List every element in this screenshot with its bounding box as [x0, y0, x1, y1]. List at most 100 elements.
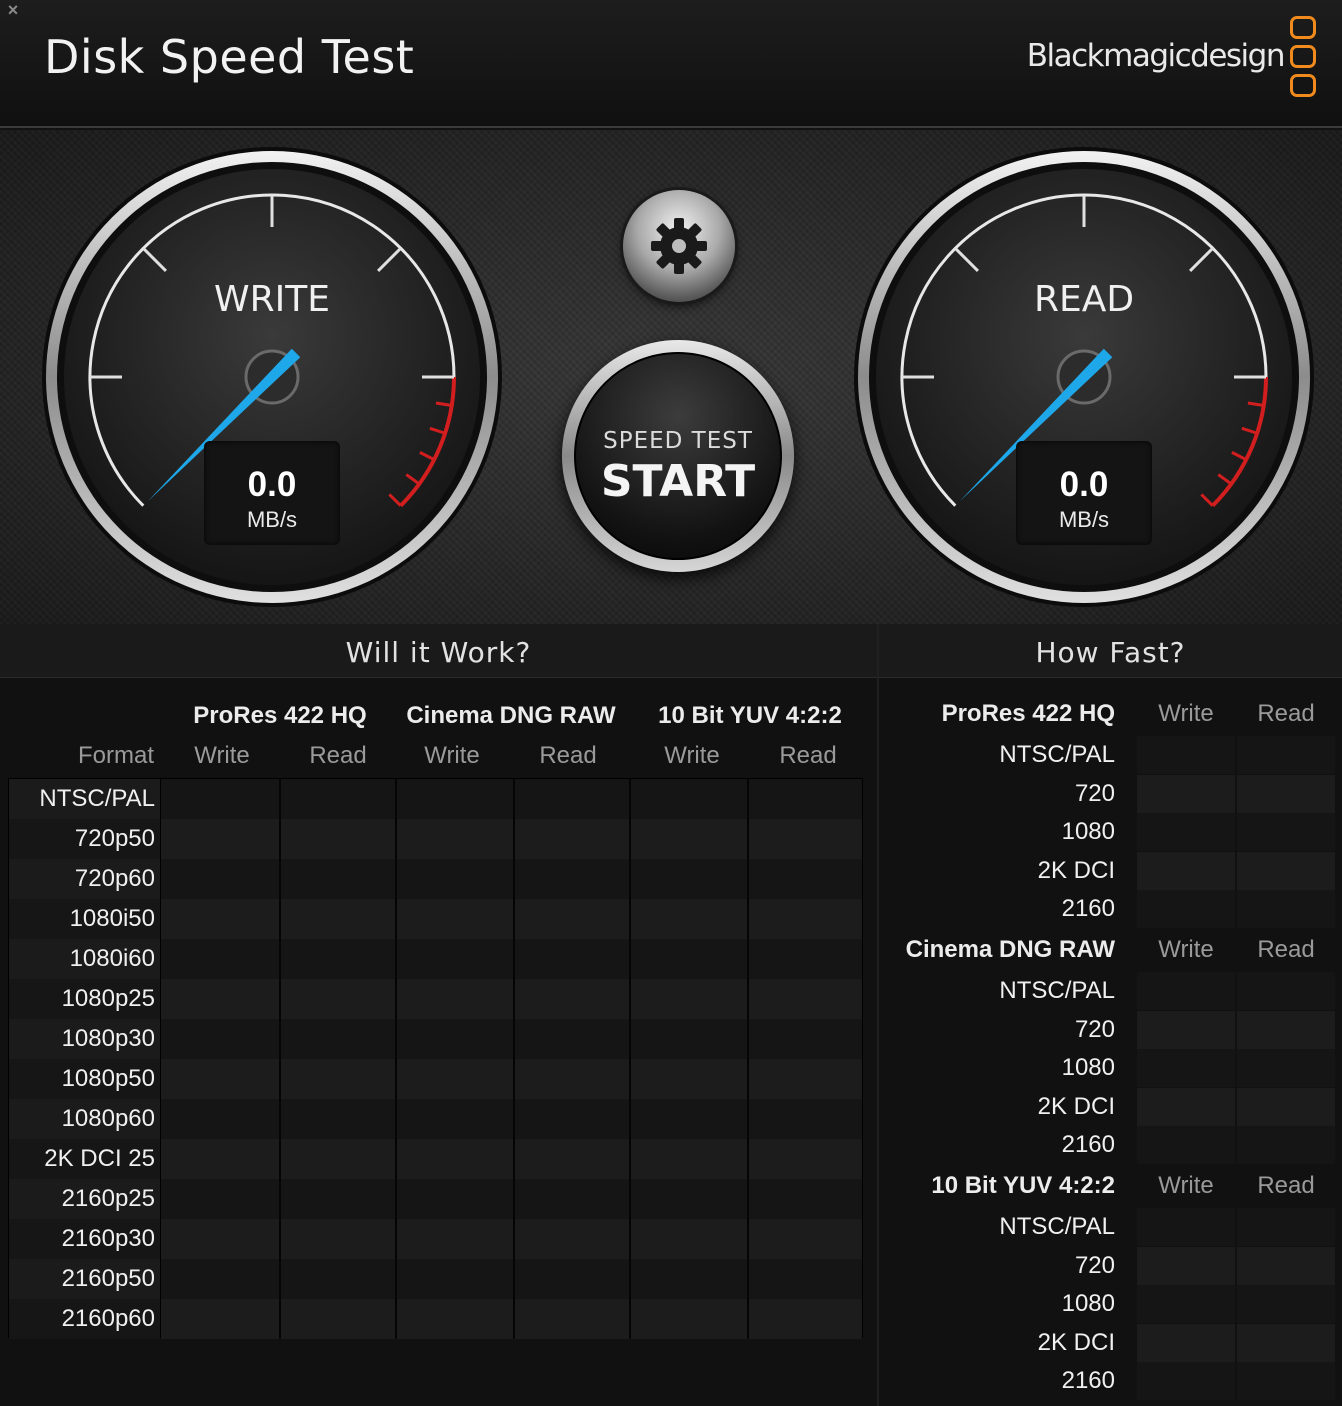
result-cell: [749, 1059, 862, 1099]
result-cell: [749, 1179, 862, 1219]
write-fps-cell: [1137, 1087, 1235, 1126]
result-cell: [749, 1299, 862, 1339]
close-icon[interactable]: ×: [4, 0, 22, 20]
table-row: 2K DCI: [879, 1323, 1342, 1362]
table-row: 720p60: [9, 859, 862, 899]
start-button-face[interactable]: SPEED TEST START: [574, 352, 782, 560]
format-label: NTSC/PAL: [9, 779, 160, 819]
table-row: 2K DCI: [879, 851, 1342, 890]
result-cell: [749, 1219, 862, 1259]
read-fps-cell: [1237, 736, 1335, 774]
table-row: 2160: [879, 1362, 1342, 1401]
format-label: 720p50: [9, 819, 160, 859]
settings-button[interactable]: [623, 190, 735, 302]
resolution-label: 2K DCI: [1037, 1328, 1115, 1356]
format-label: 2K DCI 25: [9, 1139, 160, 1179]
result-cell: [631, 779, 747, 819]
how-fast-header: How Fast?: [879, 624, 1342, 678]
resolution-label: 2160: [1061, 895, 1115, 923]
resolution-label: 2K DCI: [1037, 1092, 1115, 1120]
result-cell: [281, 819, 395, 859]
cinema-dng-write-header: Write: [424, 742, 480, 769]
result-cell: [281, 1019, 395, 1059]
gear-icon: [651, 218, 707, 274]
table-row: 1080p50: [9, 1059, 862, 1099]
table-row: 1080: [879, 813, 1342, 852]
how-fast-read-header: Read: [1257, 700, 1315, 727]
resolution-label: 2160: [1061, 1367, 1115, 1395]
result-cell: [281, 779, 395, 819]
read-gauge-label: READ: [1033, 279, 1135, 320]
result-cell: [631, 1259, 747, 1299]
format-label: 1080i50: [9, 899, 160, 939]
start-button[interactable]: SPEED TEST START: [562, 340, 794, 572]
format-label: 1080p50: [9, 1059, 160, 1099]
how-fast-codec-header: Cinema DNG RAW: [905, 936, 1115, 963]
result-cell: [631, 859, 747, 899]
table-row: 1080p25: [9, 979, 862, 1019]
read-readout: 0.0 MB/s: [1016, 441, 1152, 545]
cinema-dng-read-header: Read: [539, 742, 597, 769]
result-cell: [515, 1179, 629, 1219]
resolution-label: 1080: [1061, 1290, 1115, 1318]
result-cell: [631, 1099, 747, 1139]
will-it-work-table: Format ProRes 422 HQ Cinema DNG RAW 10 B…: [0, 678, 877, 1406]
table-row: NTSC/PAL: [879, 972, 1342, 1010]
result-cell: [515, 1019, 629, 1059]
result-cell: [161, 1019, 279, 1059]
start-button-label: START: [600, 456, 756, 507]
result-cell: [515, 899, 629, 939]
format-label: 2160p25: [9, 1179, 160, 1219]
table-row: 2160p25: [9, 1179, 862, 1219]
result-cell: [631, 819, 747, 859]
write-fps-cell: [1137, 1285, 1235, 1324]
result-cell: [161, 1259, 279, 1299]
read-speed-unit: MB/s: [1058, 507, 1110, 532]
read-fps-cell: [1237, 1285, 1335, 1324]
resolution-label: 2160: [1061, 1131, 1115, 1159]
read-fps-cell: [1237, 1126, 1335, 1165]
write-speed-unit: MB/s: [246, 507, 298, 532]
format-label: 720p60: [9, 859, 160, 899]
codec-header-yuv: 10 Bit YUV 4:2:2: [658, 702, 842, 729]
prores-write-header: Write: [194, 742, 250, 769]
result-cell: [631, 899, 747, 939]
result-cell: [397, 1139, 513, 1179]
read-gauge: READ 0.0 MB/s: [852, 145, 1316, 609]
write-fps-cell: [1137, 1362, 1235, 1401]
how-fast-codec-header: 10 Bit YUV 4:2:2: [931, 1172, 1115, 1199]
result-cell: [749, 939, 862, 979]
result-cell: [161, 1179, 279, 1219]
format-label: 2160p60: [9, 1299, 160, 1339]
write-fps-cell: [1137, 774, 1235, 813]
result-cell: [515, 1219, 629, 1259]
table-row: 1080: [879, 1285, 1342, 1324]
result-cell: [749, 1019, 862, 1059]
how-fast-table: ProRes 422 HQ Write Read NTSC/PAL 720 1080 2K …: [879, 678, 1342, 1406]
result-cell: [631, 979, 747, 1019]
result-cell: [397, 1299, 513, 1339]
result-cell: [281, 979, 395, 1019]
how-fast-codec-header: ProRes 422 HQ: [941, 700, 1115, 727]
write-speed-value: 0.0: [247, 465, 297, 504]
resolution-label: 720: [1074, 1251, 1115, 1279]
result-cell: [161, 1139, 279, 1179]
write-fps-cell: [1137, 1010, 1235, 1049]
table-row: 2160: [879, 1126, 1342, 1165]
result-cell: [161, 899, 279, 939]
table-row: 1080i60: [9, 939, 862, 979]
result-cell: [515, 819, 629, 859]
result-cell: [515, 859, 629, 899]
table-row: 1080p60: [9, 1099, 862, 1139]
how-fast-read-header: Read: [1257, 1172, 1315, 1199]
result-cell: [749, 899, 862, 939]
result-cell: [397, 979, 513, 1019]
will-it-work-grid: NTSC/PAL 720p50 720p60 1080i50 1080i60 1080p2…: [8, 778, 863, 1339]
resolution-label: NTSC/PAL: [999, 1213, 1115, 1240]
result-cell: [161, 1299, 279, 1339]
write-readout: 0.0 MB/s: [204, 441, 340, 545]
brand-name: Blackmagicdesign: [1026, 38, 1286, 74]
table-row: 2160p30: [9, 1219, 862, 1259]
table-row: 2160p50: [9, 1259, 862, 1299]
column-divider: [279, 779, 281, 1337]
